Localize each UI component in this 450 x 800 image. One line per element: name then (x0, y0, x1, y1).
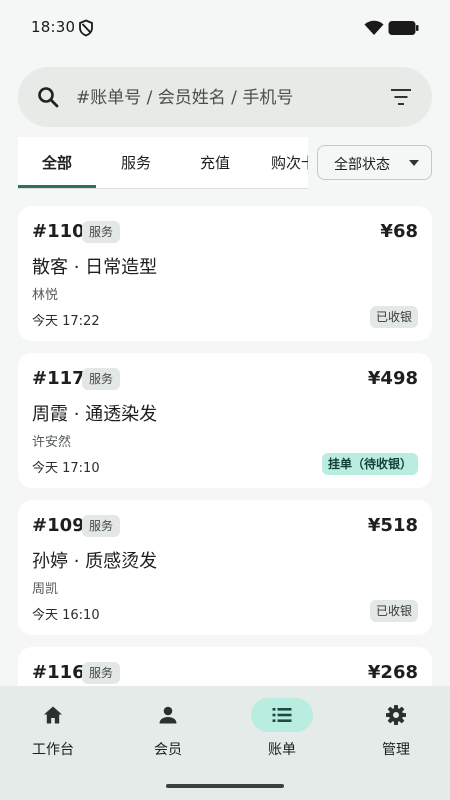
order-time: 今天 17:10 (32, 461, 100, 476)
order-time: 今天 17:22 (32, 314, 100, 329)
tab-buy-card[interactable]: 购次卡 (254, 137, 308, 188)
order-type-badge: 服务 (82, 368, 121, 390)
nav-item-manage[interactable]: 管理 (340, 686, 450, 776)
nav-item-bills[interactable]: 账单 (226, 686, 338, 776)
home-indicator[interactable] (166, 784, 284, 788)
home-icon (44, 706, 62, 724)
tab-all[interactable]: 全部 (18, 137, 96, 188)
order-type-tabs: 全部 服务 充值 购次卡 (18, 137, 308, 189)
order-type-badge: 服务 (82, 515, 121, 537)
nav-label: 管理 (382, 742, 410, 758)
active-tab-indicator (18, 185, 96, 188)
list-icon (272, 708, 292, 722)
search-icon (38, 87, 59, 108)
search-bar[interactable] (18, 67, 432, 127)
search-input[interactable] (74, 81, 378, 115)
order-card[interactable]: #117 服务 ¥498 周霞 · 通透染发 许安然 今天 17:10 挂单（待… (18, 353, 432, 488)
nav-icon-container (365, 698, 427, 732)
order-card[interactable]: #110 服务 ¥68 散客 · 日常造型 林悦 今天 17:22 已收银 (18, 206, 432, 341)
order-type-badge: 服务 (82, 221, 121, 243)
order-staff: 林悦 (32, 288, 59, 303)
status-badge: 已收银 (369, 306, 418, 328)
order-amount: ¥498 (367, 368, 418, 389)
order-id: #110 (32, 221, 85, 242)
gear-icon (386, 705, 406, 725)
bottom-nav: 工作台 会员 账单 管理 (0, 686, 450, 800)
nav-label: 账单 (268, 742, 296, 758)
order-type-badge: 服务 (82, 662, 121, 684)
shield-icon (79, 19, 93, 37)
wifi-icon (364, 20, 384, 35)
nav-label: 工作台 (32, 742, 74, 758)
nav-icon-container (251, 698, 313, 732)
order-id: #109 (32, 515, 85, 536)
nav-item-members[interactable]: 会员 (112, 686, 224, 776)
status-bar: 18:30 (0, 0, 450, 56)
order-id: #117 (32, 368, 85, 389)
order-title: 孙婷 · 质感烫发 (32, 551, 158, 572)
order-amount: ¥518 (367, 515, 418, 536)
nav-icon-container (22, 698, 84, 732)
order-card[interactable]: #109 服务 ¥518 孙婷 · 质感烫发 周凯 今天 16:10 已收银 (18, 500, 432, 635)
tab-recharge[interactable]: 充值 (176, 137, 254, 188)
nav-icon-container (137, 698, 199, 732)
status-filter-dropdown[interactable]: 全部状态 (317, 145, 432, 180)
order-amount: ¥268 (367, 662, 418, 683)
caret-down-icon (409, 160, 419, 166)
status-badge: 已收银 (369, 600, 418, 622)
order-amount: ¥68 (380, 221, 418, 242)
order-staff: 周凯 (32, 582, 59, 597)
status-badge: 挂单（待收银） (321, 453, 418, 475)
status-filter-label: 全部状态 (334, 157, 390, 173)
nav-item-workbench[interactable]: 工作台 (0, 686, 109, 776)
order-time: 今天 16:10 (32, 608, 100, 623)
tab-service[interactable]: 服务 (96, 137, 176, 188)
person-icon (159, 706, 177, 724)
battery-icon (388, 21, 419, 35)
filter-icon[interactable] (390, 87, 412, 107)
order-title: 散客 · 日常造型 (32, 257, 158, 278)
status-time: 18:30 (31, 18, 76, 36)
nav-label: 会员 (154, 742, 182, 758)
order-staff: 许安然 (32, 435, 72, 450)
order-title: 周霞 · 通透染发 (32, 404, 158, 425)
order-id: #116 (32, 662, 85, 683)
